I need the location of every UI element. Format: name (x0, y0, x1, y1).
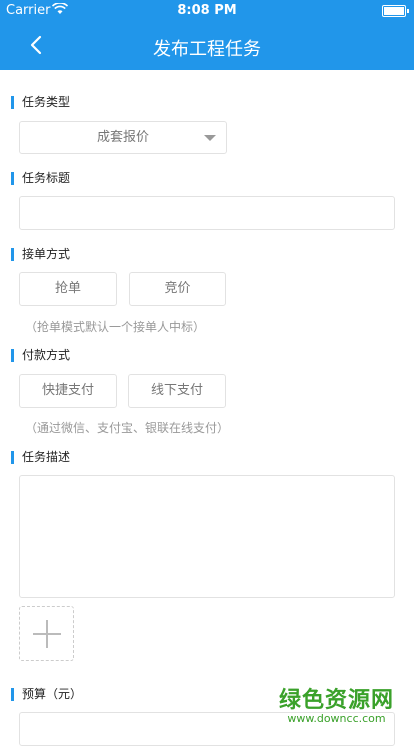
status-bar: Carrier 8:08 PM (0, 0, 414, 22)
dropdown-caret-icon (204, 135, 216, 141)
order-mode-label: 接单方式 (11, 248, 70, 261)
add-image-button[interactable] (19, 606, 74, 661)
payment-label: 付款方式 (11, 349, 70, 362)
battery-icon (382, 5, 409, 17)
task-type-label: 任务类型 (11, 96, 70, 109)
page-title: 发布工程任务 (153, 39, 261, 60)
watermark-logo: 绿色资源网 www.downcc.com (279, 682, 394, 725)
order-mode-bid-button[interactable]: 竞价 (129, 272, 226, 306)
clock: 8:08 PM (177, 3, 237, 18)
description-textarea[interactable] (19, 475, 395, 598)
nav-bar: 发布工程任务 (0, 22, 414, 70)
watermark-main-text: 绿色资源网 (278, 688, 394, 713)
description-label: 任务描述 (11, 451, 70, 464)
budget-label: 预算（元） (11, 688, 82, 701)
watermark-sub-text: www.downcc.com (287, 712, 386, 725)
task-type-value: 成套报价 (96, 130, 149, 145)
payment-offline-button[interactable]: 线下支付 (128, 374, 226, 408)
payment-quick-button[interactable]: 快捷支付 (19, 374, 117, 408)
order-mode-hint: （抢单模式默认一个接单人中标） (25, 320, 206, 334)
task-type-select[interactable]: 成套报价 (19, 121, 227, 154)
task-title-label: 任务标题 (11, 172, 70, 185)
order-mode-grab-button[interactable]: 抢单 (19, 272, 117, 306)
payment-hint: （通过微信、支付宝、银联在线支付） (25, 421, 230, 435)
task-title-input[interactable] (19, 196, 395, 230)
